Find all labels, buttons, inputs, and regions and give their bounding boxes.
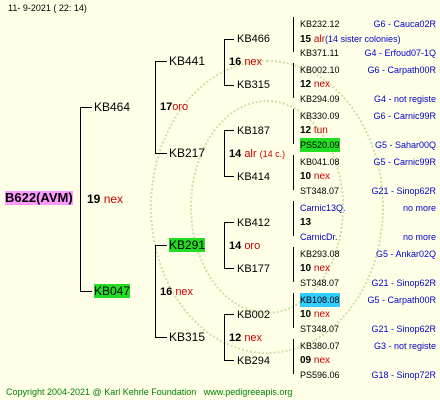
connector (80, 291, 92, 292)
connector (155, 153, 167, 154)
connector (293, 293, 294, 328)
gen4-queen[interactable]: KB041.08 (300, 155, 340, 169)
gen3-queen[interactable]: KB466 (237, 32, 270, 46)
pedigree-chart: 11- 9-2021 ( 22: 14) B622(AVM) 19 nex KB… (0, 0, 440, 400)
connector (224, 130, 234, 131)
gen3-queen[interactable]: KB412 (237, 216, 270, 230)
gen4-note: G6 - Carpath00R (367, 65, 436, 75)
gen4-note: G6 - Carnic99R (373, 111, 436, 121)
gen4-note: G6 - Cauca02R (373, 19, 436, 29)
gen4-queen[interactable]: KB330.09 (300, 109, 340, 123)
gen4-note: no more (402, 203, 436, 213)
connector (293, 339, 294, 374)
gen4-queen[interactable]: KB380.07 (300, 339, 340, 353)
gen3-score: 10 nex (300, 309, 331, 320)
gen4-queen[interactable]: KB108.08 (300, 293, 340, 307)
print-date: 11- 9-2021 ( 22: 14) (8, 3, 87, 13)
gen3-score: 12 tun (300, 125, 328, 136)
footer-url[interactable]: www.pedigreeapis.org (204, 387, 293, 397)
gen1-queen[interactable]: KB464 (94, 100, 130, 114)
gen3-queen[interactable]: KB002 (237, 308, 270, 322)
gen3-score: 09 nex (300, 355, 331, 366)
gen3-queen[interactable]: KB187 (237, 124, 270, 138)
connector (224, 314, 225, 360)
root-queen[interactable]: B622(AVM) (5, 191, 73, 205)
gen2-score: 12 nex (229, 332, 263, 344)
gen1-score: 16 nex (160, 286, 194, 298)
gen4-queen[interactable]: KB294.09 (300, 92, 340, 106)
connector (293, 63, 294, 98)
gen3-queen[interactable]: KB414 (237, 170, 270, 184)
gen3-score: 12 nex (300, 79, 331, 90)
gen2-score: 16 nex (229, 56, 263, 68)
connector (155, 337, 167, 338)
gen4-queen[interactable]: CarnicDr. (300, 230, 338, 244)
connector (224, 39, 234, 40)
connector (155, 61, 167, 62)
connector (293, 201, 294, 236)
connector (80, 107, 81, 291)
connector (155, 245, 156, 337)
gen1-score: 17oro (160, 101, 189, 113)
connector (293, 17, 294, 52)
gen1-queen[interactable]: KB047 (94, 284, 131, 298)
gen2-queen[interactable]: KB441 (169, 54, 205, 68)
gen4-note: G3 - not registe (373, 341, 436, 351)
gen3-queen[interactable]: KB315 (237, 78, 270, 92)
connector (224, 176, 234, 177)
connector (224, 222, 225, 268)
connector (155, 245, 167, 246)
gen4-queen[interactable]: ST348.07 (300, 276, 339, 290)
connector (224, 360, 234, 361)
gen2-score: 14 alr (14 c.) (229, 148, 286, 160)
connector (224, 314, 234, 315)
gen4-queen[interactable]: KB002.10 (300, 63, 340, 77)
gen4-queen[interactable]: Carnic13Q. (300, 201, 346, 215)
gen3-score: 10 nex (300, 263, 331, 274)
gen4-note: G4 - not registe (373, 94, 436, 104)
connector (293, 109, 294, 144)
gen3-score: 15 alr(14 sister colonies) (300, 34, 401, 45)
connector (224, 222, 234, 223)
gen4-note: G5 - Sahar00Q (374, 140, 436, 150)
gen4-note: G18 - Sinop72R (371, 370, 436, 380)
gen4-note: G5 - Carpath00R (367, 295, 436, 305)
gen4-queen[interactable]: KB293.08 (300, 247, 340, 261)
gen4-queen[interactable]: ST348.07 (300, 184, 339, 198)
gen4-note: G4 - Erfoud07-1Q (364, 48, 436, 58)
gen4-queen[interactable]: PS596.06 (300, 368, 340, 382)
connector (224, 85, 234, 86)
gen4-queen[interactable]: ST348.07 (300, 322, 339, 336)
gen2-queen[interactable]: KB217 (169, 146, 205, 160)
gen4-note: G21 - Sinop62R (371, 186, 436, 196)
gen3-score: 13 (300, 217, 312, 228)
connector (155, 61, 156, 153)
gen4-note: G5 - Ankar02Q (375, 249, 436, 259)
gen3-queen[interactable]: KB294 (237, 354, 270, 368)
gen4-note: G21 - Sinop62R (371, 324, 436, 334)
gen4-note: G21 - Sinop62R (371, 278, 436, 288)
gen2-queen[interactable]: KB291 (169, 238, 206, 252)
connector (293, 247, 294, 282)
gen4-note: no more (402, 232, 436, 242)
gen2-score: 14 oro (229, 240, 261, 252)
gen3-score: 10 nex (300, 171, 331, 182)
gen4-note: G5 - Carnic99R (373, 157, 436, 167)
connector (224, 268, 234, 269)
connector (293, 155, 294, 190)
gen4-queen[interactable]: KB371.11 (300, 46, 339, 60)
gen3-queen[interactable]: KB177 (237, 262, 270, 276)
root-score: 19 nex (87, 192, 124, 206)
connector (80, 107, 92, 108)
connector (224, 130, 225, 176)
gen4-queen[interactable]: PS520.09 (300, 138, 340, 152)
gen2-queen[interactable]: KB315 (169, 330, 205, 344)
copyright: Copyright 2004-2021 @ Karl Kehrle Founda… (6, 387, 293, 397)
connector (224, 39, 225, 85)
gen4-queen[interactable]: KB232.12 (300, 17, 340, 31)
